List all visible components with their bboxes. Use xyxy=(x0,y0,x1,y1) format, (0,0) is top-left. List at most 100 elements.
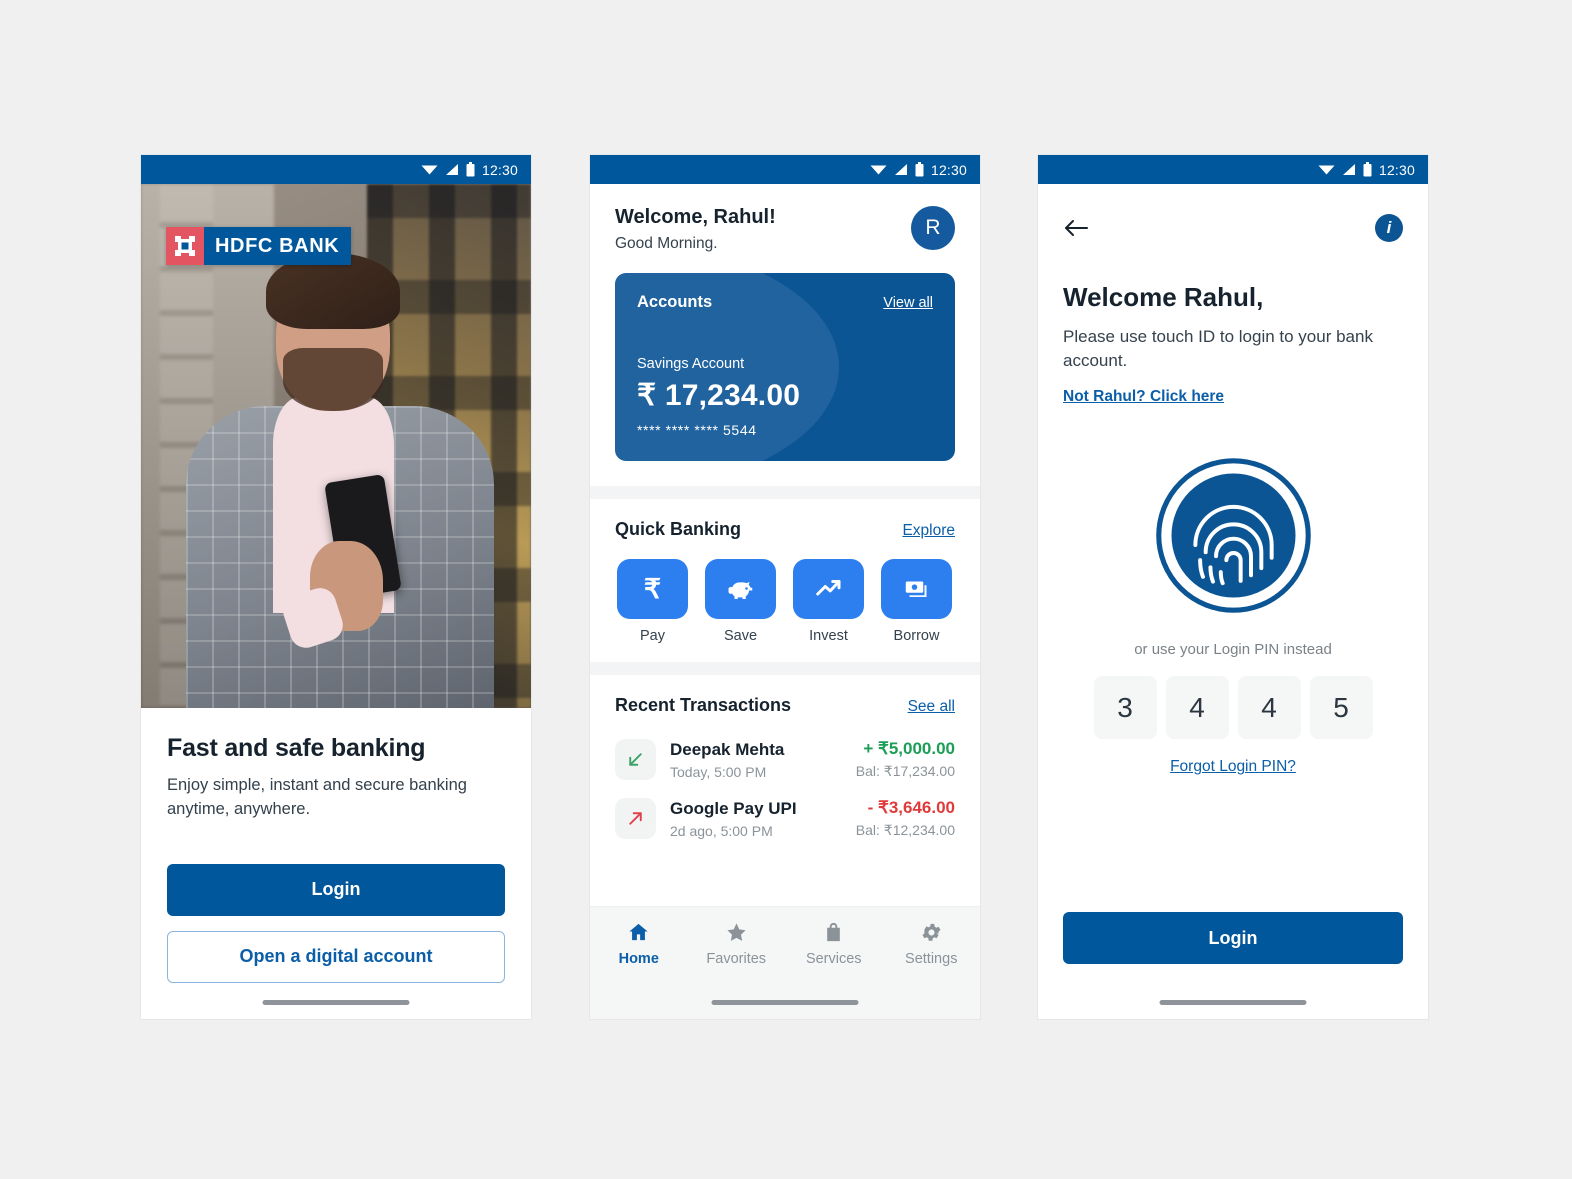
pin-hint-text: or use your Login PIN instead xyxy=(1134,641,1332,659)
signal-icon xyxy=(1342,164,1355,175)
table-row[interactable]: Deepak Mehta Today, 5:00 PM + ₹5,000.00 … xyxy=(615,730,955,789)
account-card[interactable]: Accounts View all Savings Account ₹ 17,2… xyxy=(615,273,955,461)
view-all-link[interactable]: View all xyxy=(883,295,933,311)
quick-banking-grid: ₹ Pay Save Invest Borrow xyxy=(615,559,955,644)
phone-screen-login: 12:30 i Welcome Rahul, Please use touch … xyxy=(1038,155,1428,1019)
dashboard-header: Welcome, Rahul! Good Morning. R xyxy=(590,184,980,273)
phone-screen-dashboard: 12:30 Welcome, Rahul! Good Morning. R Ac… xyxy=(590,155,980,1019)
transaction-balance: Bal: ₹12,234.00 xyxy=(855,822,955,838)
arrow-left-icon[interactable] xyxy=(1063,217,1089,239)
welcome-text: Welcome, Rahul! xyxy=(615,206,776,228)
gear-icon xyxy=(922,923,941,941)
tab-settings[interactable]: Settings xyxy=(883,921,981,1019)
section-divider xyxy=(590,486,980,499)
screenshot-stage: 12:30 HDFC BANK Fast and safe banking En… xyxy=(0,0,1572,1179)
explore-link[interactable]: Explore xyxy=(902,522,955,540)
transaction-details: Google Pay UPI 2d ago, 5:00 PM xyxy=(670,799,856,839)
home-icon xyxy=(629,923,648,941)
account-type-label: Savings Account xyxy=(637,356,745,372)
bank-name-text: HDFC BANK xyxy=(215,234,340,257)
star-icon xyxy=(727,923,746,941)
fingerprint-button[interactable] xyxy=(1063,456,1403,615)
tab-home[interactable]: Home xyxy=(590,921,688,1019)
pin-digit-2[interactable]: 4 xyxy=(1165,676,1229,740)
login-button[interactable]: Login xyxy=(167,863,505,916)
person-beard xyxy=(282,347,384,411)
avatar[interactable]: R xyxy=(911,206,955,250)
home-indicator xyxy=(262,1000,410,1005)
login-content: Welcome Rahul, Please use touch ID to lo… xyxy=(1038,242,1428,776)
login-button[interactable]: Login xyxy=(1063,912,1403,964)
quick-banking-title: Quick Banking xyxy=(615,519,742,539)
quick-action-invest[interactable]: Invest xyxy=(791,559,866,644)
status-bar: 12:30 xyxy=(590,155,980,184)
battery-icon xyxy=(1363,162,1372,177)
open-digital-account-button[interactable]: Open a digital account xyxy=(167,930,505,983)
fingerprint-icon xyxy=(1155,458,1311,614)
recent-transactions-header: Recent Transactions See all xyxy=(615,695,955,716)
quick-action-pay[interactable]: ₹ Pay xyxy=(615,559,690,644)
tab-label: Services xyxy=(805,951,862,967)
hero-image: HDFC BANK xyxy=(141,184,531,708)
battery-icon xyxy=(915,162,924,177)
pin-digit-3[interactable]: 4 xyxy=(1237,676,1301,740)
status-bar: 12:30 xyxy=(141,155,531,184)
see-all-link[interactable]: See all xyxy=(908,698,955,716)
transaction-balance: Bal: ₹17,234.00 xyxy=(855,763,955,779)
forgot-pin-link[interactable]: Forgot Login PIN? xyxy=(1063,758,1403,776)
transaction-name: Google Pay UPI xyxy=(670,798,797,818)
transaction-amounts: - ₹3,646.00 Bal: ₹12,234.00 xyxy=(856,798,955,839)
login-top-bar: i xyxy=(1038,184,1428,242)
banknotes-icon xyxy=(881,559,952,619)
recent-transactions-section: Recent Transactions See all Deepak Mehta… xyxy=(590,675,980,866)
transaction-details: Deepak Mehta Today, 5:00 PM xyxy=(670,740,856,780)
wifi-icon xyxy=(421,165,438,175)
status-bar-time: 12:30 xyxy=(1378,161,1415,178)
account-masked-number: **** **** **** 5544 xyxy=(637,422,757,438)
onboarding-content: Fast and safe banking Enjoy simple, inst… xyxy=(141,708,531,983)
transaction-amounts: + ₹5,000.00 Bal: ₹17,234.00 xyxy=(856,739,955,780)
quick-action-label: Invest xyxy=(809,628,848,644)
table-row[interactable]: Google Pay UPI 2d ago, 5:00 PM - ₹3,646.… xyxy=(615,789,955,848)
home-indicator xyxy=(711,1000,859,1005)
quick-action-save[interactable]: Save xyxy=(703,559,778,644)
hdfc-bank-logo: HDFC BANK xyxy=(166,227,352,265)
shopping-bag-icon xyxy=(827,922,841,942)
signal-icon xyxy=(894,164,907,175)
account-card-header: Accounts View all xyxy=(637,293,933,312)
trending-up-icon xyxy=(793,559,864,619)
status-bar: 12:30 xyxy=(1038,155,1428,184)
hdfc-logo-mark-icon xyxy=(166,227,204,265)
pin-digit-1[interactable]: 3 xyxy=(1093,676,1157,740)
tab-label: Favorites xyxy=(706,951,767,967)
wifi-icon xyxy=(1318,165,1335,175)
transaction-list: Deepak Mehta Today, 5:00 PM + ₹5,000.00 … xyxy=(615,730,955,848)
tab-label: Settings xyxy=(905,951,958,967)
section-divider xyxy=(590,662,980,675)
onboarding-actions: Login Open a digital account xyxy=(167,863,505,983)
signal-icon xyxy=(445,164,458,175)
rupee-icon: ₹ xyxy=(617,559,688,619)
page-title: Welcome Rahul, xyxy=(1063,282,1264,312)
wifi-icon xyxy=(870,165,887,175)
transaction-amount: + ₹5,000.00 xyxy=(863,739,955,758)
transaction-name: Deepak Mehta xyxy=(670,739,785,759)
home-indicator xyxy=(1159,1000,1307,1005)
quick-banking-header: Quick Banking Explore xyxy=(615,519,955,540)
transaction-amount: - ₹3,646.00 xyxy=(867,798,955,817)
info-icon[interactable]: i xyxy=(1375,214,1403,242)
not-you-link[interactable]: Not Rahul? Click here xyxy=(1063,388,1224,406)
recent-transactions-title: Recent Transactions xyxy=(615,695,792,715)
pin-input-row: 3 4 4 5 xyxy=(1063,676,1403,740)
quick-action-label: Borrow xyxy=(893,628,940,644)
transaction-time: 2d ago, 5:00 PM xyxy=(670,822,773,839)
page-subtitle: Enjoy simple, instant and secure banking… xyxy=(167,776,467,818)
pin-digit-4[interactable]: 5 xyxy=(1309,676,1373,740)
phone-screen-onboarding: 12:30 HDFC BANK Fast and safe banking En… xyxy=(141,155,531,1019)
quick-action-label: Pay xyxy=(640,628,665,644)
page-subtitle: Please use touch ID to login to your ban… xyxy=(1063,327,1373,371)
arrow-down-left-icon xyxy=(615,739,656,780)
quick-action-borrow[interactable]: Borrow xyxy=(879,559,954,644)
hdfc-logo-wordmark: HDFC BANK xyxy=(204,227,352,265)
greeting-block: Welcome, Rahul! Good Morning. xyxy=(615,206,776,253)
